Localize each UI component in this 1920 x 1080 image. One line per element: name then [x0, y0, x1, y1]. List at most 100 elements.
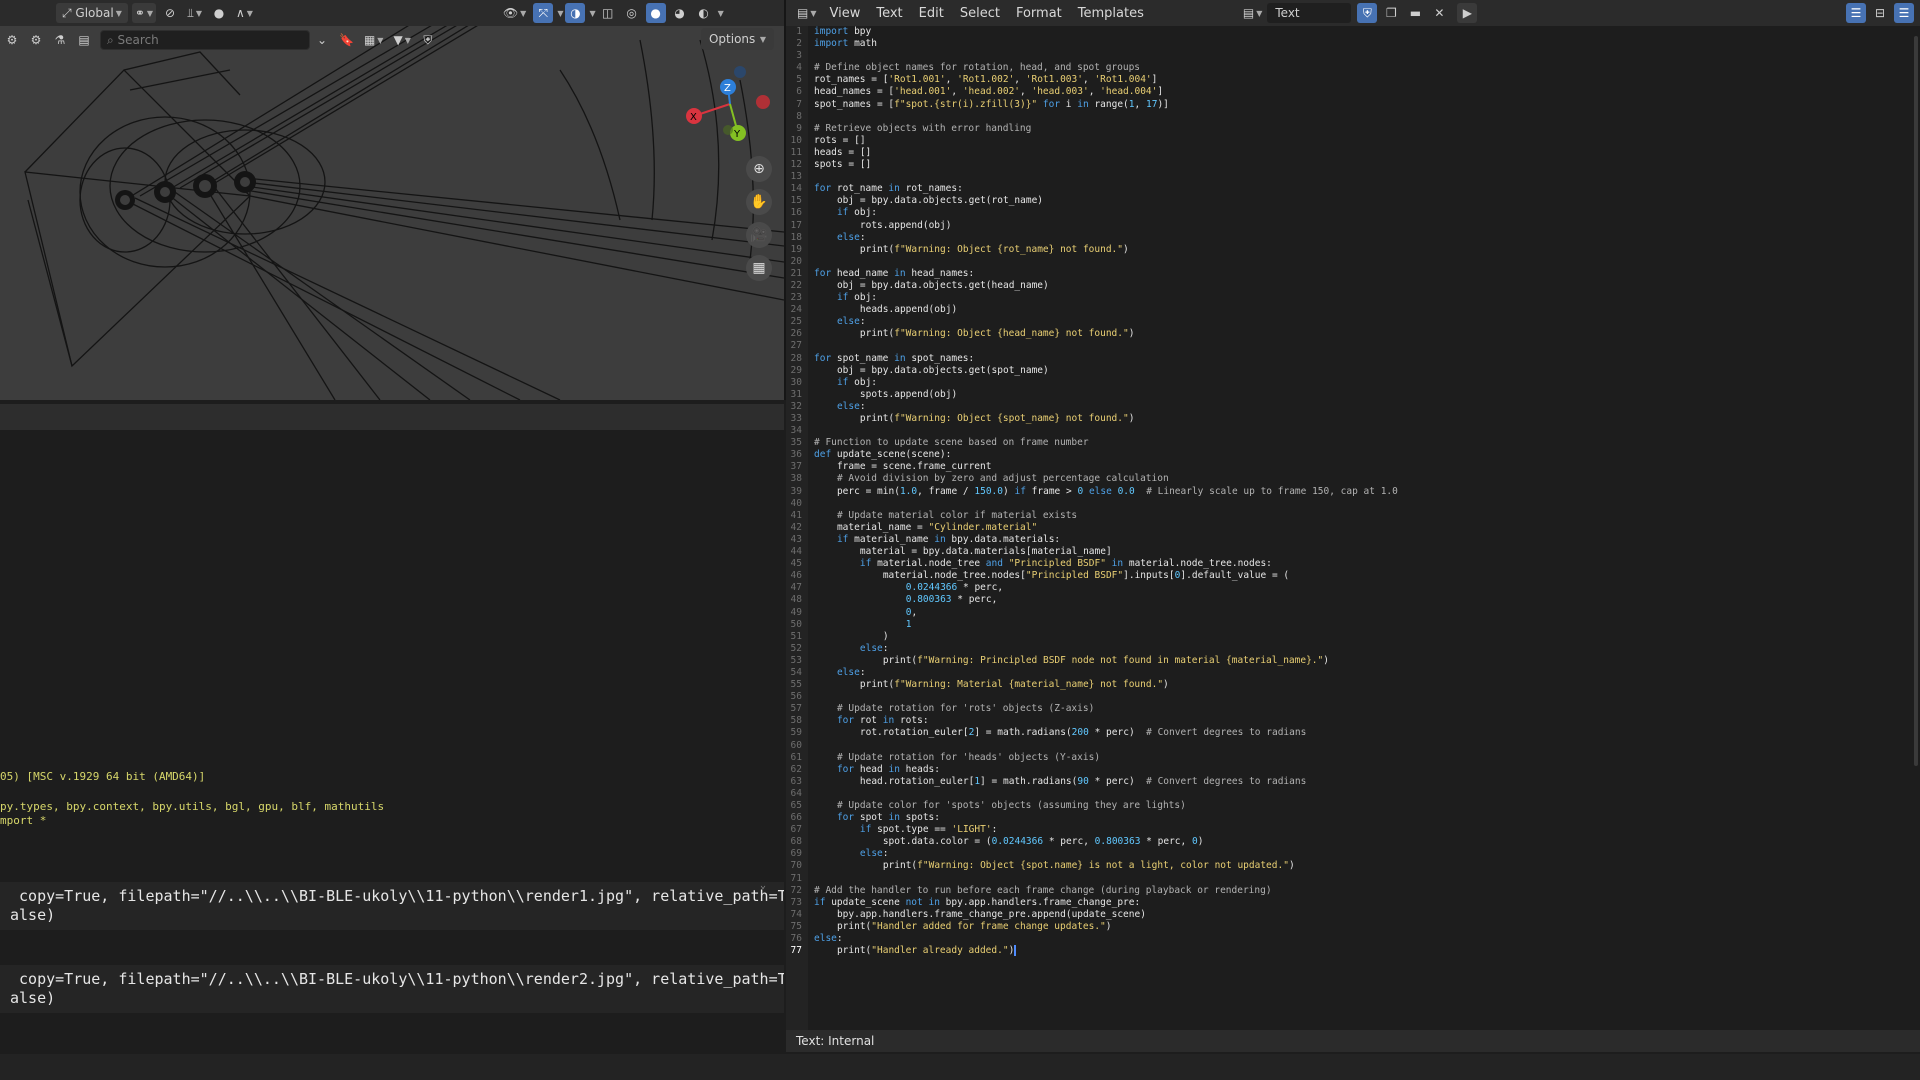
vertical-scrollbar[interactable]: [1914, 36, 1918, 766]
menu-text[interactable]: Text: [876, 6, 902, 21]
code-line[interactable]: 19 print(f"Warning: Object {rot_name} no…: [786, 244, 1398, 256]
menu-select[interactable]: Select: [960, 6, 1000, 21]
code-line[interactable]: 46 material.node_tree.nodes["Principled …: [786, 570, 1398, 582]
code-line[interactable]: 52 else:: [786, 643, 1398, 655]
code-line[interactable]: 13: [786, 171, 1398, 183]
code-line[interactable]: 5 rot_names = ['Rot1.001', 'Rot1.002', 'R…: [786, 74, 1398, 86]
overlay-icon[interactable]: ◑: [565, 3, 586, 23]
code-line[interactable]: 21 for head_name in head_names:: [786, 268, 1398, 280]
code-line[interactable]: 9 # Retrieve objects with error handling: [786, 123, 1398, 135]
code-line[interactable]: 44 material = bpy.data.materials[materia…: [786, 546, 1398, 558]
falloff-icon[interactable]: ∧ ▼: [233, 3, 256, 23]
code-line[interactable]: 67 if spot.type == 'LIGHT':: [786, 824, 1398, 836]
code-line[interactable]: 36 def update_scene(scene):: [786, 449, 1398, 461]
code-line[interactable]: 76 else:: [786, 933, 1398, 945]
rendered-shading-icon[interactable]: ◐: [694, 3, 714, 23]
code-line[interactable]: 17 rots.append(obj): [786, 220, 1398, 232]
code-line[interactable]: 41 # Update material color if material e…: [786, 510, 1398, 522]
pan-hand-icon[interactable]: ✋: [746, 189, 772, 215]
code-line[interactable]: 12 spots = []: [786, 159, 1398, 171]
snap-icon[interactable]: ⊘: [160, 3, 180, 23]
solid-shading-icon[interactable]: ●: [645, 3, 666, 23]
code-line[interactable]: 29 obj = bpy.data.objects.get(spot_name): [786, 365, 1398, 377]
code-line[interactable]: 39 perc = min(1.0, frame / 150.0) if fra…: [786, 486, 1398, 498]
code-line[interactable]: 68 spot.data.color = (0.0244366 * perc, …: [786, 836, 1398, 848]
code-line[interactable]: 27: [786, 340, 1398, 352]
code-line[interactable]: 3: [786, 50, 1398, 62]
code-line[interactable]: 60: [786, 740, 1398, 752]
code-line[interactable]: 73 if update_scene not in bpy.app.handler…: [786, 897, 1398, 909]
outliner-filter-icon-2[interactable]: ⚙: [26, 30, 46, 50]
code-line[interactable]: 51 ): [786, 631, 1398, 643]
new-text-icon[interactable]: ❐: [1381, 3, 1401, 23]
grid-icon[interactable]: ▦: [746, 255, 772, 281]
code-line[interactable]: 35 # Function to update scene based on fr…: [786, 437, 1398, 449]
material-shading-icon[interactable]: ◕: [670, 3, 690, 23]
editor-type-dropdown[interactable]: ▤ ▼: [794, 3, 820, 23]
code-line[interactable]: 28 for spot_name in spot_names:: [786, 353, 1398, 365]
run-script-icon[interactable]: ▶: [1457, 3, 1478, 23]
code-area[interactable]: 1 import bpy 2 import math 3 4 # Define object…: [786, 26, 1398, 957]
close-icon[interactable]: ✕: [1429, 3, 1449, 23]
pivot-dropdown[interactable]: ⚭ ▼: [131, 3, 157, 23]
code-line[interactable]: 26 print(f"Warning: Object {head_name} n…: [786, 328, 1398, 340]
code-line[interactable]: 69 else:: [786, 848, 1398, 860]
code-line[interactable]: 22 obj = bpy.data.objects.get(head_name): [786, 280, 1398, 292]
code-line[interactable]: 77 print("Handler already added."): [786, 945, 1398, 957]
outliner-filter-icon-3[interactable]: ⚗: [50, 30, 70, 50]
zoom-icon[interactable]: ⊕: [746, 156, 772, 182]
code-line[interactable]: 45 if material.node_tree and "Principled…: [786, 558, 1398, 570]
viewport-search-input[interactable]: ⌕ Search: [100, 30, 310, 50]
fake-user-shield-icon[interactable]: ⛨: [1357, 3, 1378, 23]
filter-icon[interactable]: ▼ ▼: [390, 30, 413, 50]
snap-target-dropdown[interactable]: ⫫ ▼: [184, 3, 205, 23]
shield-icon[interactable]: ⛨: [418, 30, 438, 50]
code-line[interactable]: 25 else:: [786, 316, 1398, 328]
code-line[interactable]: 62 for head in heads:: [786, 764, 1398, 776]
view-layers-dropdown[interactable]: ▦ ▼: [361, 30, 387, 50]
code-line[interactable]: 54 else:: [786, 667, 1398, 679]
code-line[interactable]: 34: [786, 425, 1398, 437]
code-line[interactable]: 2 import math: [786, 38, 1398, 50]
options-dropdown[interactable]: Options ▼: [700, 28, 774, 50]
code-line[interactable]: 16 if obj:: [786, 207, 1398, 219]
camera-icon[interactable]: 🎥: [746, 222, 772, 248]
syntax-highlight-toggle-icon[interactable]: ☰: [1894, 3, 1914, 23]
code-line[interactable]: 75 print("Handler added for frame change…: [786, 921, 1398, 933]
search-dropdown-icon[interactable]: ⌄: [312, 30, 332, 50]
menu-edit[interactable]: Edit: [919, 6, 944, 21]
text-datablock-name[interactable]: Text: [1267, 3, 1352, 23]
code-line[interactable]: 4 # Define object names for rotation, hea…: [786, 62, 1398, 74]
proportional-edit-icon[interactable]: ●: [209, 3, 229, 23]
code-line[interactable]: 49 0,: [786, 607, 1398, 619]
menu-templates[interactable]: Templates: [1078, 6, 1144, 21]
code-line[interactable]: 43 if material_name in bpy.data.material…: [786, 534, 1398, 546]
code-line[interactable]: 71: [786, 873, 1398, 885]
code-line[interactable]: 63 head.rotation_euler[1] = math.radians…: [786, 776, 1398, 788]
code-line[interactable]: 66 for spot in spots:: [786, 812, 1398, 824]
code-line[interactable]: 37 frame = scene.frame_current: [786, 461, 1398, 473]
code-line[interactable]: 74 bpy.app.handlers.frame_change_pre.app…: [786, 909, 1398, 921]
code-line[interactable]: 56: [786, 691, 1398, 703]
code-line[interactable]: 18 else:: [786, 232, 1398, 244]
gizmo-icon[interactable]: ⤧: [533, 3, 554, 23]
code-line[interactable]: 8: [786, 111, 1398, 123]
code-line[interactable]: 55 print(f"Warning: Material {material_n…: [786, 679, 1398, 691]
code-line[interactable]: 20: [786, 256, 1398, 268]
text-editor[interactable]: 1 import bpy 2 import math 3 4 # Define object…: [786, 26, 1920, 1030]
code-line[interactable]: 70 print(f"Warning: Object {spot.name} i…: [786, 860, 1398, 872]
code-line[interactable]: 59 rot.rotation_euler[2] = math.radians(…: [786, 727, 1398, 739]
code-line[interactable]: 57 # Update rotation for 'rots' objects …: [786, 703, 1398, 715]
code-line[interactable]: 31 spots.append(obj): [786, 389, 1398, 401]
xray-icon[interactable]: ◫: [598, 3, 618, 23]
code-line[interactable]: 32 else:: [786, 401, 1398, 413]
code-line[interactable]: 33 print(f"Warning: Object {spot_name} n…: [786, 413, 1398, 425]
code-line[interactable]: 47 0.0244366 * perc,: [786, 582, 1398, 594]
code-line[interactable]: 61 # Update rotation for 'heads' objects…: [786, 752, 1398, 764]
code-line[interactable]: 23 if obj:: [786, 292, 1398, 304]
text-browse-dropdown[interactable]: ▤ ▼: [1240, 3, 1266, 23]
visibility-icon[interactable]: 👁 ▼: [500, 3, 529, 23]
code-line[interactable]: 30 if obj:: [786, 377, 1398, 389]
line-numbers-toggle-icon[interactable]: ☰: [1846, 3, 1866, 23]
3d-viewport[interactable]: X Z Y ⤢ Global ▼ ⚭ ▼ ⊘ ⫫ ▼ ● ∧ ▼ 👁 ▼ ⤧ ▼ ◑ ▼ ◫ …: [0, 0, 786, 400]
